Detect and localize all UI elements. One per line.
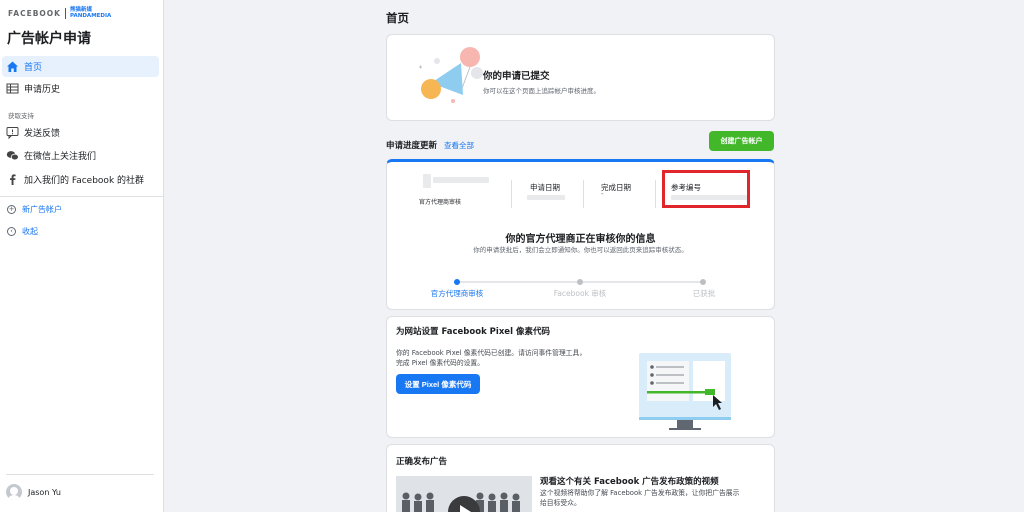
submitted-title: 你的申请已提交 <box>483 71 550 82</box>
sidebar-item-label: 发送反馈 <box>24 129 61 139</box>
step-label-approved: 已获批 <box>692 289 716 298</box>
facebook-wordmark: FACEBOOK <box>8 8 61 18</box>
feedback-icon <box>6 126 19 140</box>
ad-policy-card: 正确发布广告 观看这个有关 Facebook 广告发布政策的视频 这个视频将帮助… <box>386 444 775 512</box>
brand-divider <box>64 7 66 19</box>
support-section-label: 获取支持 <box>8 112 34 120</box>
column-divider <box>511 180 512 208</box>
progress-section-title: 申请进度更新 <box>386 141 438 151</box>
policy-video-thumbnail[interactable] <box>396 476 532 512</box>
partner-logo-en: PANDAMEDIA <box>69 13 112 19</box>
sidebar-divider <box>0 196 164 197</box>
setup-pixel-button[interactable]: 设置 Pixel 像素代码 <box>396 374 480 394</box>
new-ad-account-link[interactable]: + 新广告帐户 <box>7 204 62 215</box>
avatar <box>6 484 22 500</box>
sidebar-item-home[interactable]: 首页 <box>2 56 159 77</box>
step-dot <box>700 279 706 285</box>
agency-review-label: 官方代理商审核 <box>419 199 462 206</box>
wechat-icon <box>6 149 19 162</box>
step-label-facebook: Facebook 审核 <box>553 289 607 298</box>
new-ad-account-label: 新广告帐户 <box>22 205 62 214</box>
redacted-apply-date <box>527 195 565 200</box>
video-title[interactable]: 观看这个有关 Facebook 广告发布政策的视频 <box>540 475 719 487</box>
user-name: Jason Yu <box>28 487 61 497</box>
create-ad-account-button[interactable]: 创建广告帐户 <box>709 131 774 151</box>
collapse-label: 收起 <box>22 227 38 236</box>
pixel-text-line2: 完成 Pixel 像素代码的设置。 <box>396 359 485 367</box>
video-text-line1: 这个视频将帮助你了解 Facebook 广告发布政策，让你把广告展示 <box>540 489 740 497</box>
sidebar-footer-divider <box>6 474 154 475</box>
page-title: 首页 <box>386 11 409 25</box>
sidebar-item-label: 首页 <box>24 63 43 73</box>
sidebar-item-label: 申请历史 <box>24 85 61 95</box>
play-icon[interactable] <box>448 496 480 512</box>
collapse-link[interactable]: ‹ 收起 <box>7 226 38 237</box>
partner-logo: 熊猫新媒 PANDAMEDIA <box>70 7 111 19</box>
apply-date-label: 申请日期 <box>530 183 560 192</box>
brand-logo: FACEBOOK 熊猫新媒 PANDAMEDIA <box>8 7 111 19</box>
step-dot <box>577 279 583 285</box>
status-title: 你的官方代理商正在审核你的信息 <box>505 234 656 245</box>
done-date-label: 完成日期 <box>601 183 631 192</box>
pixel-title: 为网站设置 Facebook Pixel 像素代码 <box>396 327 550 337</box>
facebook-icon <box>6 173 19 186</box>
redacted-logo <box>423 174 431 188</box>
view-all-link[interactable]: 查看全部 <box>444 140 474 151</box>
sidebar-title: 广告帐户申请 <box>7 31 91 47</box>
done-date-value: - <box>601 190 604 198</box>
collapse-arrow-icon: ‹ <box>7 227 16 236</box>
sidebar-item-facebook-group[interactable]: 加入我们的 Facebook 的社群 <box>2 169 159 190</box>
sidebar-item-label: 加入我们的 Facebook 的社群 <box>24 176 145 186</box>
video-text-line2: 给目标受众。 <box>540 499 581 507</box>
redacted-agency-name <box>433 177 489 183</box>
pixel-text-line1: 你的 Facebook Pixel 像素代码已创建。请访问事件管理工具， <box>396 349 587 357</box>
column-divider <box>655 180 656 208</box>
monitor-illustration <box>639 353 731 430</box>
ad-policy-title: 正确发布广告 <box>396 457 448 467</box>
sidebar: FACEBOOK 熊猫新媒 PANDAMEDIA 广告帐户申请 首页 申请历史 … <box>0 0 164 512</box>
submitted-card: 你的申请已提交 你可以在这个页面上追踪帐户审核进度。 <box>386 34 775 121</box>
status-text: 你的申请获批后，我们会立即通知你。你也可以返回此页来追踪审核状态。 <box>473 246 688 254</box>
home-icon <box>6 60 19 73</box>
step-label-agency: 官方代理商审核 <box>430 289 484 298</box>
sidebar-item-label: 在微信上关注我们 <box>24 152 97 162</box>
sidebar-item-history[interactable]: 申请历史 <box>2 78 159 99</box>
sidebar-item-wechat[interactable]: 在微信上关注我们 <box>2 145 159 166</box>
plus-circle-icon: + <box>7 205 16 214</box>
reference-number-highlight <box>662 170 750 208</box>
table-icon <box>6 82 19 95</box>
celebration-illustration <box>419 47 483 103</box>
step-dot-active <box>454 279 460 285</box>
user-profile[interactable]: Jason Yu <box>6 484 61 500</box>
submitted-subtitle: 你可以在这个页面上追踪帐户审核进度。 <box>483 87 600 95</box>
column-divider <box>583 180 584 208</box>
sidebar-item-feedback[interactable]: 发送反馈 <box>2 122 159 143</box>
